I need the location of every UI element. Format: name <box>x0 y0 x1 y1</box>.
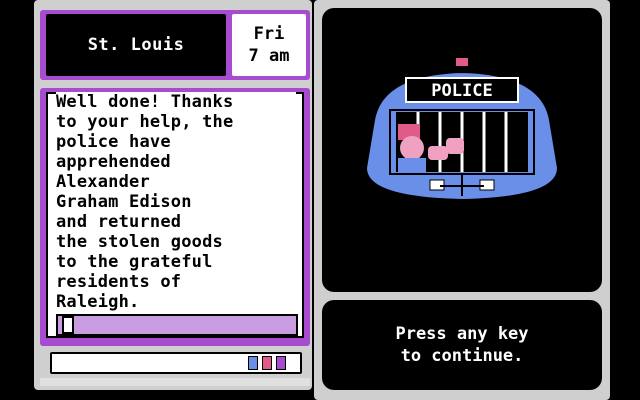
prompt-line-1: Press any key <box>395 324 529 344</box>
continue-prompt[interactable]: Press any key to continue. <box>322 300 602 390</box>
day-time-display: Fri 7 am <box>232 14 306 76</box>
police-car-with-suspect-icon: POLICE <box>364 58 560 202</box>
purple-indicator-icon <box>276 356 286 370</box>
text-cursor <box>62 316 74 334</box>
red-indicator-icon <box>262 356 272 370</box>
police-sign: POLICE <box>431 81 492 101</box>
siren-icon <box>456 58 468 66</box>
blue-indicator-icon <box>248 356 258 370</box>
day-label: Fri <box>253 24 285 44</box>
scene-viewport: POLICE <box>322 8 602 292</box>
prompt-line-2: to continue. <box>400 346 524 366</box>
current-city: St. Louis <box>46 14 226 76</box>
message-scrollbar[interactable] <box>56 314 298 336</box>
time-label: 7 am <box>248 46 290 66</box>
bottom-strip <box>40 378 310 386</box>
message-text: Well done! Thanks to your help, the poli… <box>56 92 296 312</box>
